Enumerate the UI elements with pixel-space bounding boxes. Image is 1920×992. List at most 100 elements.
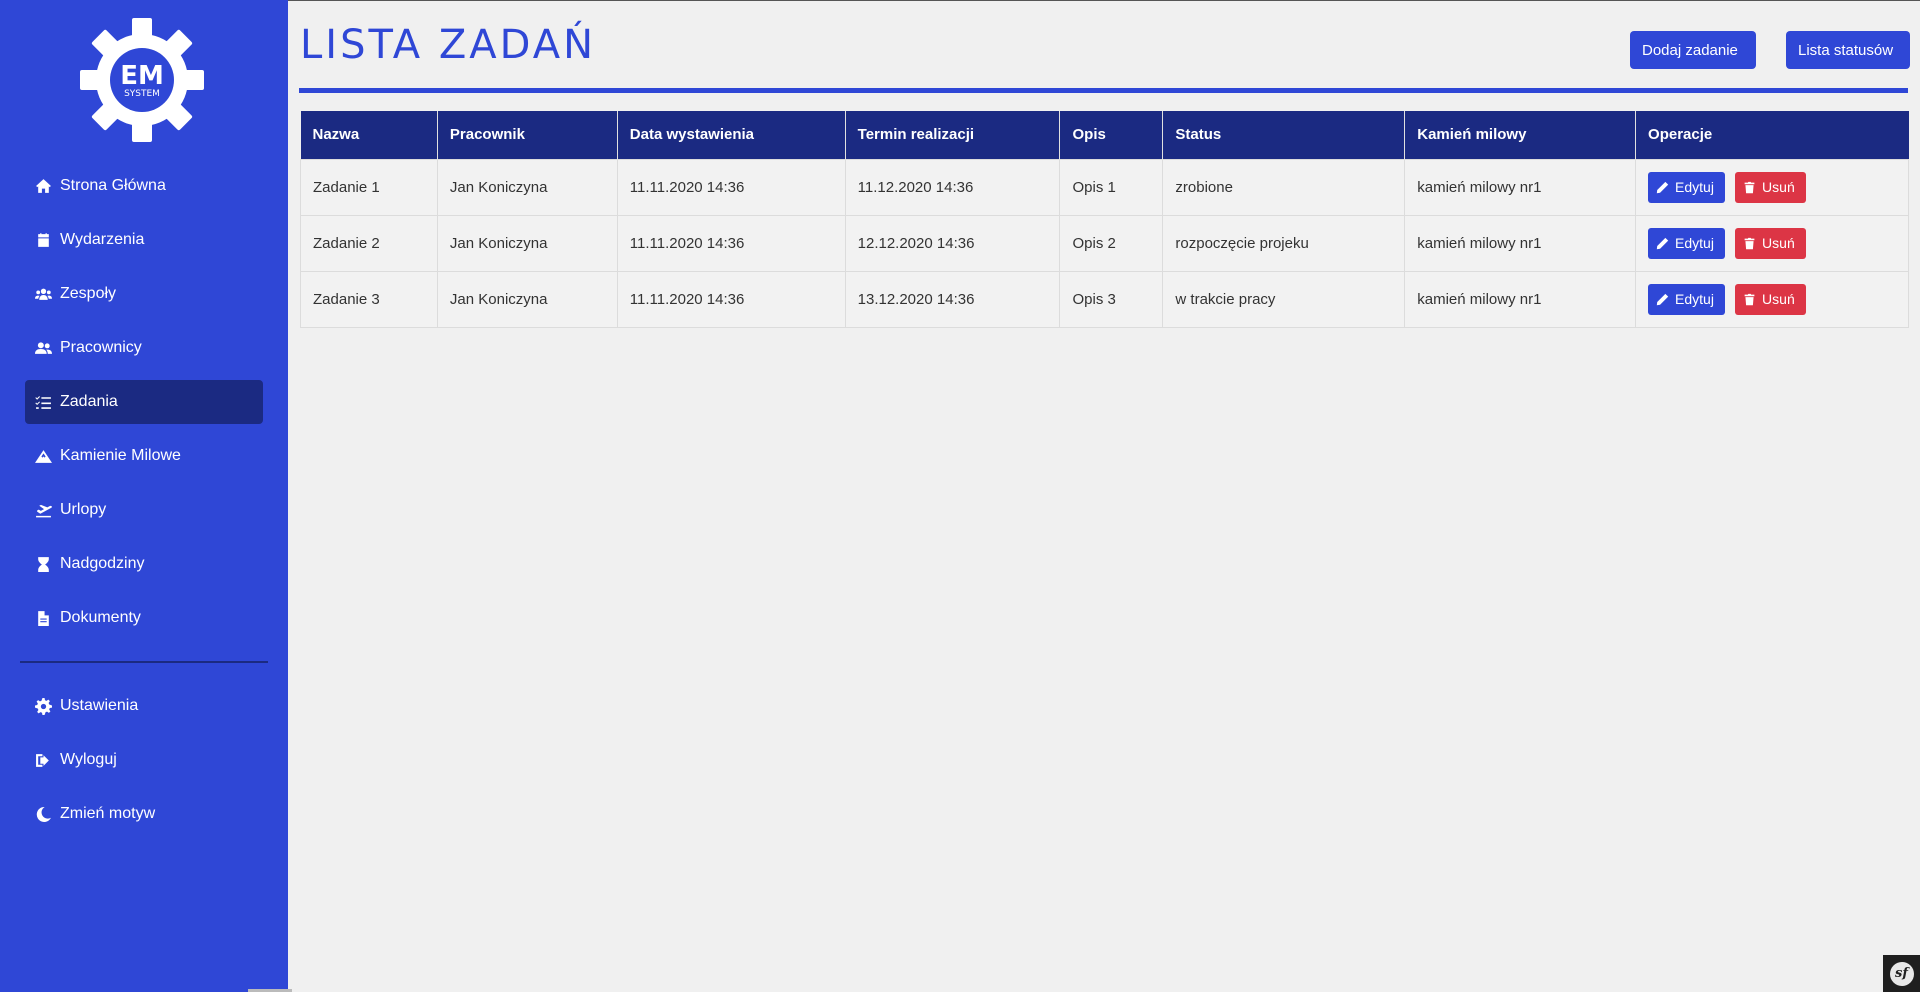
cell-termin-realizacji: 12.12.2020 14:36 (844, 214, 1061, 272)
tasks-icon (34, 393, 52, 411)
sidebar-item-label: Zmień motyw (60, 805, 156, 822)
table-row: Zadanie 3 Jan Koniczyna 11.11.2020 14:36… (300, 270, 1909, 328)
pencil-icon (1656, 237, 1669, 249)
column-header-status[interactable]: Status (1162, 111, 1406, 159)
pencil-icon (1656, 181, 1669, 193)
sidebar-item-label: Pracownicy (60, 339, 142, 356)
sidebar-item-label: Zespoły (60, 285, 117, 302)
sidebar-item-label: Zadania (60, 393, 118, 410)
file-icon (34, 609, 52, 627)
sidebar-item-urlopy[interactable]: Urlopy (25, 488, 263, 532)
cell-termin-realizacji: 13.12.2020 14:36 (844, 270, 1061, 328)
title-underline (299, 88, 1908, 93)
column-header-termin-realizacji[interactable]: Termin realizacji (845, 111, 1061, 159)
trash-icon (1744, 293, 1755, 305)
cell-data-wystawienia: 11.11.2020 14:36 (616, 270, 846, 328)
sidebar-item-label: Wyloguj (60, 751, 117, 768)
sidebar-item-label: Ustawienia (60, 697, 139, 714)
cell-operacje: Edytuj Usuń (1635, 158, 1909, 216)
pencil-icon (1656, 293, 1669, 305)
edit-button[interactable]: Edytuj (1648, 171, 1726, 203)
tasks-table: Nazwa Pracownik Data wystawienia Termin … (300, 111, 1909, 328)
cell-termin-realizacji: 11.12.2020 14:36 (844, 158, 1061, 216)
edit-button[interactable]: Edytuj (1648, 227, 1726, 259)
home-icon (34, 177, 52, 195)
edit-label: Edytuj (1675, 235, 1714, 251)
users-group-icon (34, 285, 52, 303)
sidebar-item-label: Strona Główna (60, 177, 166, 194)
trash-icon (1744, 181, 1755, 193)
logo-main-text: EM (120, 61, 164, 91)
cell-kamien-milowy: kamień milowy nr1 (1404, 270, 1637, 328)
sidebar-item-label: Nadgodziny (60, 555, 145, 572)
cell-status: w trakcie pracy (1162, 270, 1406, 328)
table-row: Zadanie 1 Jan Koniczyna 11.11.2020 14:36… (300, 158, 1909, 216)
cell-data-wystawienia: 11.11.2020 14:36 (616, 158, 846, 216)
sidebar-item-kamienie-milowe[interactable]: Kamienie Milowe (25, 434, 263, 478)
table-row: Zadanie 2 Jan Koniczyna 11.11.2020 14:36… (300, 214, 1909, 272)
logo-sub-text: SYSTEM (124, 89, 160, 99)
sidebar-item-nadgodziny[interactable]: Nadgodziny (25, 542, 263, 586)
gear-logo-icon: EM SYSTEM (80, 18, 204, 142)
page-title: LISTA ZADAŃ (300, 22, 597, 68)
edit-label: Edytuj (1675, 291, 1714, 307)
cell-pracownik: Jan Koniczyna (436, 158, 618, 216)
add-task-button[interactable]: Dodaj zadanie (1630, 31, 1756, 69)
cell-operacje: Edytuj Usuń (1635, 214, 1909, 272)
moon-icon (34, 805, 52, 823)
em-system-logo[interactable]: EM SYSTEM (78, 18, 206, 142)
main-nav: Strona Główna Wydarzenia Zespoły Pracown… (25, 164, 263, 650)
sidebar-item-zespoly[interactable]: Zespoły (25, 272, 263, 316)
user-friends-icon (34, 339, 52, 357)
column-header-data-wystawienia[interactable]: Data wystawienia (617, 111, 846, 159)
sidebar-item-zadania[interactable]: Zadania (25, 380, 263, 424)
sidebar-item-label: Kamienie Milowe (60, 447, 181, 464)
sidebar-item-zmien-motyw[interactable]: Zmień motyw (25, 792, 263, 836)
top-border (288, 0, 1920, 1)
sidebar-item-wyloguj[interactable]: Wyloguj (25, 738, 263, 782)
sidebar: EM SYSTEM Strona Główna Wydarzenia Zespo… (0, 0, 288, 992)
column-header-opis[interactable]: Opis (1059, 111, 1164, 159)
cell-pracownik: Jan Koniczyna (436, 214, 618, 272)
sidebar-item-pracownicy[interactable]: Pracownicy (25, 326, 263, 370)
delete-button[interactable]: Usuń (1735, 171, 1807, 203)
cell-data-wystawienia: 11.11.2020 14:36 (616, 214, 846, 272)
cell-nazwa: Zadanie 1 (300, 158, 438, 216)
sidebar-item-label: Wydarzenia (60, 231, 145, 248)
secondary-nav: Ustawienia Wyloguj Zmień motyw (25, 684, 263, 846)
column-header-kamien-milowy[interactable]: Kamień milowy (1404, 111, 1637, 159)
sign-out-icon (34, 751, 52, 769)
cell-operacje: Edytuj Usuń (1635, 270, 1909, 328)
symfony-toolbar-toggle[interactable]: sf (1883, 955, 1920, 992)
edit-label: Edytuj (1675, 179, 1714, 195)
sidebar-item-ustawienia[interactable]: Ustawienia (25, 684, 263, 728)
mountain-icon (34, 447, 52, 465)
cell-status: zrobione (1162, 158, 1406, 216)
sidebar-item-dokumenty[interactable]: Dokumenty (25, 596, 263, 640)
cell-opis: Opis 3 (1059, 270, 1164, 328)
cell-opis: Opis 2 (1059, 214, 1164, 272)
cell-nazwa: Zadanie 2 (300, 214, 438, 272)
cell-nazwa: Zadanie 3 (300, 270, 438, 328)
table-header-row: Nazwa Pracownik Data wystawienia Termin … (300, 111, 1909, 159)
symfony-logo-icon: sf (1889, 961, 1914, 986)
sidebar-item-label: Dokumenty (60, 609, 141, 626)
hourglass-icon (34, 555, 52, 573)
calendar-icon (34, 231, 52, 249)
cell-opis: Opis 1 (1059, 158, 1164, 216)
delete-button[interactable]: Usuń (1735, 283, 1807, 315)
column-header-nazwa[interactable]: Nazwa (300, 111, 438, 159)
delete-label: Usuń (1762, 235, 1795, 251)
delete-label: Usuń (1762, 179, 1795, 195)
column-header-operacje: Operacje (1635, 111, 1909, 159)
delete-button[interactable]: Usuń (1735, 227, 1807, 259)
column-header-pracownik[interactable]: Pracownik (437, 111, 618, 159)
sidebar-item-wydarzenia[interactable]: Wydarzenia (25, 218, 263, 262)
cell-status: rozpoczęcie projeku (1162, 214, 1406, 272)
cell-pracownik: Jan Koniczyna (436, 270, 618, 328)
edit-button[interactable]: Edytuj (1648, 283, 1726, 315)
status-list-button[interactable]: Lista statusów (1786, 31, 1910, 69)
sidebar-item-strona-glowna[interactable]: Strona Główna (25, 164, 263, 208)
sidebar-divider (20, 661, 268, 663)
cell-kamien-milowy: kamień milowy nr1 (1404, 158, 1637, 216)
